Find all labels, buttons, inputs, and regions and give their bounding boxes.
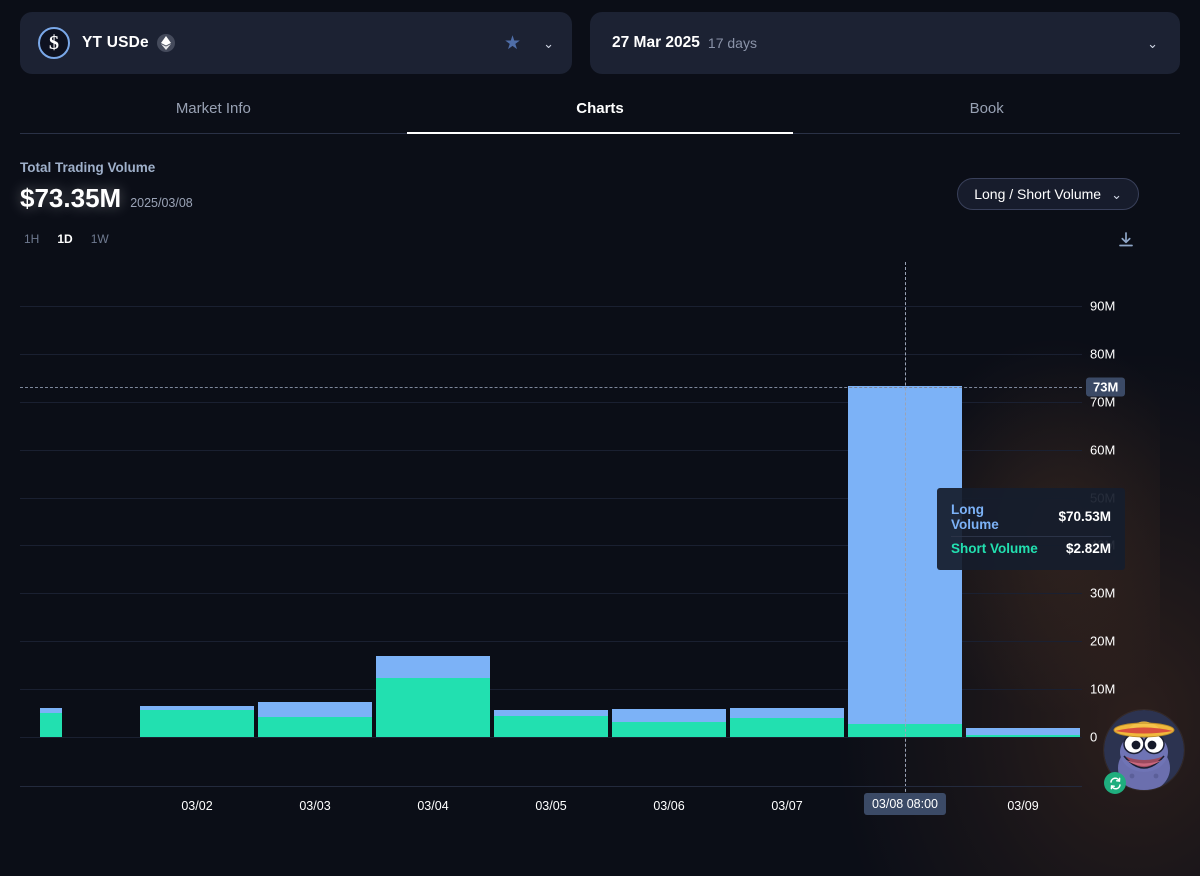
- bar-03-05[interactable]: [494, 710, 608, 737]
- tab-market-info[interactable]: Market Info: [20, 100, 407, 134]
- y-axis-tick-label: 80M: [1090, 346, 1115, 361]
- chart-plot-area[interactable]: 73M 010M20M30M40M50M60M70M80M90M Long Vo…: [20, 262, 1082, 786]
- series-select-button[interactable]: Long / Short Volume ⌄: [957, 178, 1139, 210]
- bar-03-02[interactable]: [140, 706, 254, 737]
- chart-tooltip: Long Volume $70.53M Short Volume $2.82M: [937, 488, 1125, 570]
- tooltip-row-short: Short Volume $2.82M: [951, 536, 1111, 560]
- bar-03-06[interactable]: [612, 709, 726, 737]
- bar-segment-short: [966, 735, 1080, 737]
- bar-segment-short: [494, 716, 608, 737]
- x-axis-tick-label: 03/06: [653, 799, 684, 813]
- x-axis-tick-label-active: 03/08 08:00: [864, 793, 946, 815]
- bar-segment-short: [376, 678, 490, 737]
- gridline: [20, 354, 1082, 355]
- bar-03-03[interactable]: [258, 702, 372, 737]
- gridline: [20, 737, 1082, 738]
- date-value: 27 Mar 2025: [612, 34, 700, 52]
- favorite-star-icon[interactable]: ★: [504, 34, 521, 53]
- date-chevron-down-icon[interactable]: ⌄: [1147, 37, 1158, 50]
- tooltip-value-short-volume: $2.82M: [1066, 541, 1111, 556]
- x-axis: 03/02 03/03 03/04 03/05 03/06 03/07 03/08 08:0…: [20, 789, 1082, 823]
- range-1w[interactable]: 1W: [91, 232, 109, 246]
- x-axis-tick-label: 03/07: [771, 799, 802, 813]
- tooltip-label-short-volume: Short Volume: [951, 541, 1038, 556]
- tooltip-label-long-volume: Long Volume: [951, 502, 1032, 532]
- market-name: YT USDe: [82, 34, 149, 52]
- market-chevron-down-icon[interactable]: ⌄: [543, 37, 554, 50]
- tab-book[interactable]: Book: [793, 100, 1180, 134]
- bar-03-07[interactable]: [730, 708, 844, 737]
- chart-value-row: $73.35M 2025/03/08: [20, 183, 193, 214]
- refresh-icon[interactable]: [1104, 772, 1126, 794]
- coin-icon: $: [38, 27, 70, 59]
- y-axis-tick-label: 30M: [1090, 586, 1115, 601]
- tab-bar: Market Info Charts Book: [20, 100, 1180, 134]
- y-axis-tick-label: 20M: [1090, 634, 1115, 649]
- bar-segment-short: [140, 710, 254, 737]
- y-axis-tick-label: 10M: [1090, 682, 1115, 697]
- market-selector[interactable]: $ YT USDe ★ ⌄: [20, 12, 572, 74]
- y-axis-tick-label: 60M: [1090, 442, 1115, 457]
- date-duration: 17 days: [708, 35, 757, 51]
- chart-title: Total Trading Volume: [20, 160, 155, 175]
- x-axis-tick-label: 03/04: [417, 799, 448, 813]
- x-axis-tick-label: 03/03: [299, 799, 330, 813]
- x-axis-baseline: [20, 786, 1082, 787]
- ethereum-icon: [157, 34, 175, 52]
- bar-segment-short: [730, 718, 844, 737]
- chart-value-date: 2025/03/08: [130, 196, 193, 210]
- range-1h[interactable]: 1H: [24, 232, 39, 246]
- tooltip-value-long-volume: $70.53M: [1058, 509, 1111, 524]
- range-selector: 1H 1D 1W: [24, 232, 109, 246]
- crosshair-line: [905, 262, 906, 812]
- threshold-line: [20, 387, 1082, 388]
- bar-segment-short: [258, 717, 372, 737]
- gridline: [20, 306, 1082, 307]
- chart-total-value: $73.35M: [20, 183, 121, 214]
- date-selector[interactable]: 27 Mar 2025 17 days ⌄: [590, 12, 1180, 74]
- series-select-label: Long / Short Volume: [974, 186, 1101, 202]
- x-axis-tick-label: 03/09: [1007, 799, 1038, 813]
- range-1d[interactable]: 1D: [57, 232, 72, 246]
- series-chevron-down-icon: ⌄: [1111, 188, 1122, 201]
- bar-segment-short: [612, 722, 726, 737]
- bar-03-09[interactable]: [966, 728, 1080, 737]
- tab-charts[interactable]: Charts: [407, 100, 794, 134]
- threshold-value-tag: 73M: [1086, 378, 1125, 397]
- x-axis-tick-label: 03/02: [181, 799, 212, 813]
- bar-segment-short: [40, 713, 62, 737]
- bar-03-01[interactable]: [40, 708, 62, 737]
- download-icon[interactable]: [1116, 230, 1136, 250]
- bar-03-04[interactable]: [376, 656, 490, 737]
- y-axis-tick-label: 0: [1090, 730, 1097, 745]
- tooltip-row-long: Long Volume $70.53M: [951, 498, 1111, 536]
- header: $ YT USDe ★ ⌄ 27 Mar 2025 17 days ⌄: [20, 12, 1180, 74]
- x-axis-tick-label: 03/05: [535, 799, 566, 813]
- y-axis-tick-label: 90M: [1090, 298, 1115, 313]
- coin-symbol: $: [49, 32, 59, 55]
